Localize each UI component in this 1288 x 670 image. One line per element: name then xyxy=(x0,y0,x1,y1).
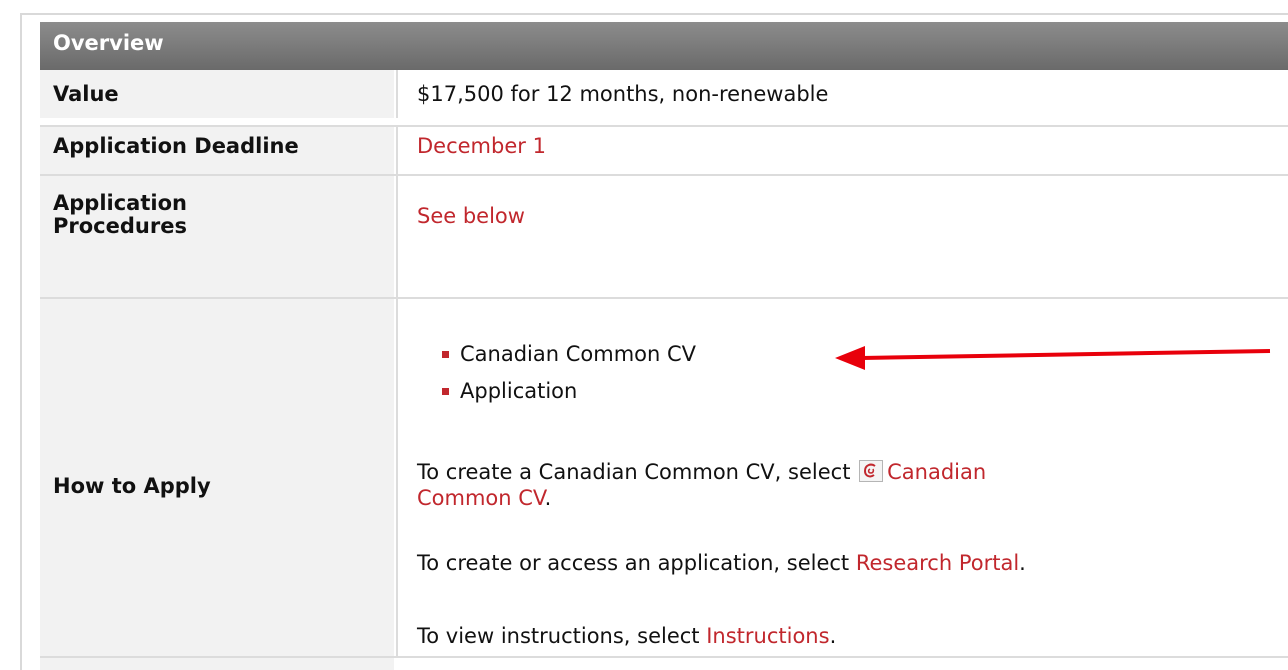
value-text: $17,500 for 12 months, non-renewable xyxy=(417,82,829,106)
instructions-prefix: To view instructions, select xyxy=(417,624,707,648)
overview-title: Overview xyxy=(53,31,164,55)
research-portal-link[interactable]: Research Portal xyxy=(856,551,1019,575)
row-procedures: Application Procedures See below xyxy=(40,176,1288,297)
ccv-logo-icon[interactable] xyxy=(859,460,884,482)
row-how-to-apply: How to Apply Canadian Common CV Applicat… xyxy=(40,299,1288,658)
row-value: Value $17,500 for 12 months, non-renewab… xyxy=(40,70,1288,118)
how-to-apply-label: How to Apply xyxy=(53,474,211,498)
portal-instruction-prefix: To create or access an application, sele… xyxy=(417,551,856,575)
ccv-instruction-line1: To create a Canadian Common CV, select C… xyxy=(417,459,986,485)
row-deadline-label-cell: Application Deadline xyxy=(40,127,394,174)
row-procedures-value-cell: See below xyxy=(396,176,1288,297)
row-deadline-value-cell: December 1 xyxy=(396,127,1288,174)
row-deadline: Application Deadline December 1 xyxy=(40,127,1288,174)
ccv-instruction-suffix: . xyxy=(544,486,552,510)
ccv-instruction-line2: Common CV. xyxy=(417,485,551,511)
ccv-link-line2[interactable]: Common CV xyxy=(417,486,545,510)
instructions-instruction: To view instructions, select Instruction… xyxy=(417,623,836,649)
portal-instruction: To create or access an application, sele… xyxy=(417,550,1026,576)
instructions-link[interactable]: Instructions xyxy=(706,624,829,648)
row-value-value-cell: $17,500 for 12 months, non-renewable xyxy=(396,70,1288,118)
see-below-link[interactable]: See below xyxy=(417,203,525,229)
ccv-instruction-prefix: To create a Canadian Common CV, select xyxy=(417,460,858,484)
bullet-item-application: Application xyxy=(460,379,578,403)
deadline-link[interactable]: December 1 xyxy=(417,133,546,159)
row-how-to-apply-value-cell: Canadian Common CV Application To create… xyxy=(396,299,1288,658)
ccv-link-line1[interactable]: Canadian xyxy=(887,460,986,484)
row-value-label-cell: Value xyxy=(40,70,394,118)
bullet-icon xyxy=(442,351,449,358)
row-procedures-label-cell: Application Procedures xyxy=(40,176,394,297)
next-row-label-cell xyxy=(40,658,394,670)
overview-header: Overview xyxy=(40,22,1288,70)
row-how-to-apply-label-cell: How to Apply xyxy=(40,299,394,658)
bullet-icon xyxy=(442,388,449,395)
value-label: Value xyxy=(53,82,119,106)
deadline-label: Application Deadline xyxy=(53,134,299,158)
procedures-label-line2: Procedures xyxy=(53,214,187,238)
instructions-suffix: . xyxy=(829,624,837,648)
bullet-item-ccv: Canadian Common CV xyxy=(460,342,697,366)
portal-instruction-suffix: . xyxy=(1019,551,1026,575)
